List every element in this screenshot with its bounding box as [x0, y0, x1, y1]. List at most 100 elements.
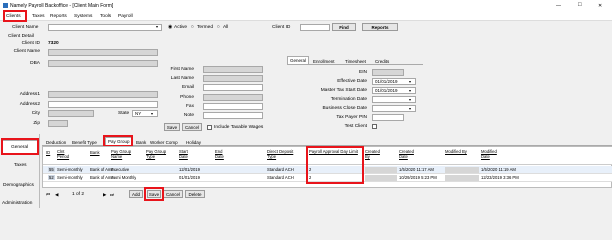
col-modified-date[interactable]: Modified Date [481, 149, 505, 159]
col-modified-by[interactable]: Modified By [445, 149, 467, 154]
chevron-down-icon[interactable]: ▾ [409, 88, 411, 93]
first-name-label: First Name [170, 67, 194, 72]
chevron-down-icon[interactable]: ▾ [409, 106, 411, 111]
chevron-down-icon[interactable]: ▾ [151, 111, 153, 116]
phone-input[interactable] [203, 94, 263, 101]
detail-save-button[interactable]: Save [164, 123, 180, 131]
ein-input[interactable] [372, 69, 404, 76]
row-created-by [365, 175, 397, 181]
col-id[interactable]: ID [46, 150, 50, 155]
col-pay-group-type[interactable]: Pay Group Type [146, 149, 168, 159]
last-page-icon[interactable]: ⏭ [110, 192, 114, 197]
payroll-approval-highlight [306, 146, 364, 184]
tax-payer-pin-input[interactable] [372, 114, 404, 121]
master-tax-input[interactable]: 01/01/2019 ▾ [372, 87, 416, 94]
row-id: 55 [48, 167, 55, 172]
side-nav-administration[interactable]: Administration [2, 201, 32, 206]
add-button[interactable]: Add [129, 190, 143, 198]
row-created: 1/5/2020 11:17 AM [399, 167, 434, 172]
menu-taxes[interactable]: Taxes [32, 14, 45, 19]
close-button[interactable]: ✕ [598, 3, 602, 9]
row-id: 52 [48, 175, 55, 180]
termed-radio[interactable]: ○ [191, 25, 194, 30]
first-name-input[interactable] [203, 66, 263, 73]
termination-input[interactable]: ▾ [372, 96, 416, 103]
chevron-down-icon[interactable]: ▾ [409, 79, 411, 84]
termination-label: Termination Date [330, 97, 367, 102]
col-clnt-period[interactable]: Clnt Period [57, 149, 77, 159]
chevron-down-icon[interactable]: ▾ [156, 24, 158, 29]
menu-systems[interactable]: Systems [74, 14, 92, 19]
last-name-input[interactable] [203, 75, 263, 82]
tab-holiday[interactable]: Holiday [184, 138, 203, 146]
tab-deduction[interactable]: Deduction [44, 138, 68, 146]
chevron-down-icon[interactable]: ▾ [409, 97, 411, 102]
address2-label: Address2 [19, 102, 40, 107]
note-label: Note [183, 113, 194, 118]
col-direct-deposit-type[interactable]: Direct Deposit Type [267, 149, 297, 159]
client-id-input[interactable] [300, 24, 330, 31]
client-name-input[interactable] [48, 49, 158, 56]
col-created-by[interactable]: Created By [365, 149, 381, 159]
address1-input[interactable] [48, 91, 158, 98]
tab-timesheet[interactable]: Timesheet [343, 57, 368, 65]
address2-input[interactable] [48, 101, 158, 108]
detail-cancel-button[interactable]: Cancel [182, 123, 202, 131]
last-name-label: Last Name [170, 76, 194, 81]
business-close-input[interactable]: ▾ [372, 105, 416, 112]
next-page-icon[interactable]: ▶ [103, 192, 106, 198]
client-id-label: Client ID [272, 25, 291, 30]
menu-payroll[interactable]: Payroll [118, 14, 133, 19]
tab-enrollment[interactable]: Enrollment [311, 57, 337, 65]
prev-page-icon[interactable]: ◀ [55, 192, 58, 198]
row-modified: 1/5/2020 11:19 AM [481, 167, 516, 172]
city-input[interactable] [48, 110, 94, 117]
menu-tools[interactable]: Tools [100, 14, 111, 19]
test-client-checkbox[interactable] [372, 124, 377, 129]
city-label: City [31, 111, 40, 116]
tab-bank[interactable]: Bank [134, 138, 148, 146]
active-radio[interactable]: ◉ [168, 25, 172, 30]
first-page-icon[interactable]: ⏮ [46, 192, 50, 197]
master-tax-label: Master Tax Start Date [320, 88, 367, 93]
note-input[interactable] [203, 112, 263, 119]
side-nav-demographics[interactable]: Demographics [3, 183, 34, 188]
zip-input[interactable] [48, 120, 68, 127]
state-label: State [118, 111, 130, 116]
phone-label: Phone [180, 95, 194, 100]
client-name-label: Client Name [12, 25, 39, 30]
grid-cancel-button[interactable]: Cancel [163, 190, 183, 198]
reports-button[interactable]: Reports [362, 23, 398, 31]
col-end-date[interactable]: End Date [215, 149, 229, 159]
col-pay-group-name[interactable]: Pay Group Name [111, 149, 139, 159]
delete-button[interactable]: Delete [185, 190, 205, 198]
title-bar: Namely Payroll Backoffice - [Client Main… [0, 0, 612, 12]
row-mod-by [445, 167, 479, 173]
maximize-button[interactable]: □ [578, 2, 582, 8]
col-start-date[interactable]: Start Date [179, 149, 193, 159]
email-input[interactable] [203, 84, 263, 91]
row-period: Semi-monthly [57, 175, 83, 180]
col-created-date[interactable]: Created Date [399, 149, 419, 159]
tab-credits[interactable]: Credits [373, 57, 391, 65]
address1-label: Address1 [19, 92, 40, 97]
row-dd: Standard ACH [267, 167, 294, 172]
effective-date-input[interactable]: 01/01/2019 ▾ [372, 78, 416, 85]
client-name-select[interactable] [48, 24, 162, 31]
tab-worker-comp[interactable]: Worker Comp [148, 138, 180, 146]
find-button[interactable]: Find [332, 23, 356, 31]
tab-benefit-type[interactable]: Benefit Type [70, 138, 99, 146]
all-radio[interactable]: ○ [217, 25, 220, 30]
menu-reports[interactable]: Reports [50, 14, 67, 19]
col-bank[interactable]: Bank [90, 150, 100, 155]
minimize-button[interactable]: — [556, 3, 561, 9]
include-taxable-wages-checkbox[interactable] [207, 125, 212, 130]
app-icon [3, 3, 8, 8]
row-name: Executive [111, 167, 130, 172]
tab-general[interactable]: General [287, 56, 310, 64]
side-nav-taxes[interactable]: Taxes [14, 163, 27, 168]
fax-input[interactable] [203, 103, 263, 110]
all-label: All [223, 25, 229, 30]
state-select[interactable]: NY ▾ [132, 110, 158, 117]
dba-input[interactable] [48, 60, 158, 67]
